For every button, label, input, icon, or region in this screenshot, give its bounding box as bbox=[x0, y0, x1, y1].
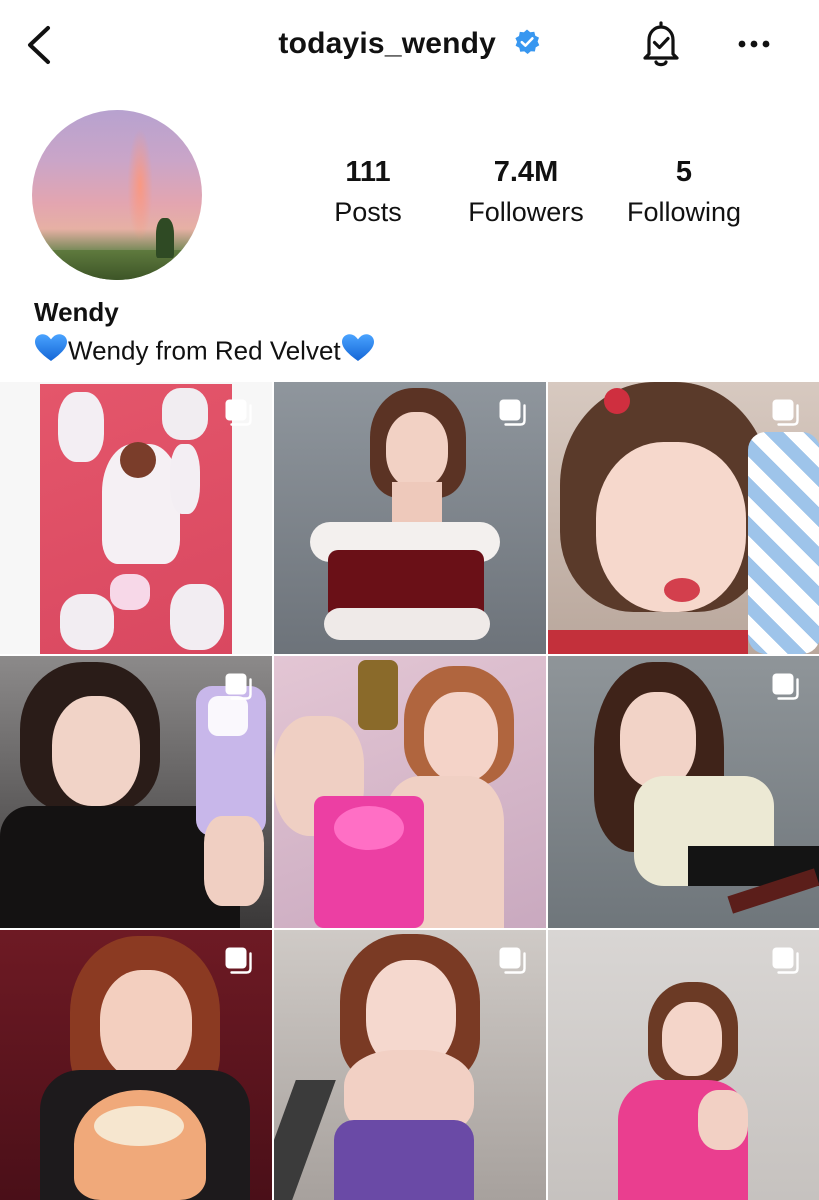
following-count: 5 bbox=[675, 156, 693, 188]
posts-count: 111 bbox=[345, 156, 391, 188]
more-options-button[interactable] bbox=[732, 30, 776, 58]
profile-avatar[interactable] bbox=[32, 110, 202, 280]
verified-badge-icon bbox=[513, 28, 541, 56]
post-thumbnail[interactable] bbox=[0, 382, 272, 654]
username-label: todayis_wendy bbox=[278, 27, 497, 61]
post-thumbnail[interactable] bbox=[274, 382, 546, 654]
post-thumbnail[interactable] bbox=[274, 656, 546, 928]
followers-label: Followers bbox=[468, 197, 584, 227]
post-thumbnail[interactable] bbox=[548, 656, 819, 928]
avatar-ground bbox=[32, 250, 202, 280]
following-label: Following bbox=[626, 197, 742, 227]
multiple-photos-icon bbox=[225, 673, 252, 700]
blue-heart-icon bbox=[341, 333, 375, 363]
profile-bio: Wendy from Red Velvet bbox=[34, 334, 375, 367]
multiple-photos-icon bbox=[772, 399, 799, 426]
blue-heart-icon bbox=[34, 333, 68, 363]
post-thumbnail[interactable] bbox=[274, 930, 546, 1200]
avatar-tree bbox=[156, 218, 174, 258]
top-bar: todayis_wendy bbox=[0, 0, 819, 90]
multiple-photos-icon bbox=[499, 399, 526, 426]
posts-stat[interactable]: 111 Posts bbox=[288, 156, 448, 228]
bio-text: Wendy from Red Velvet bbox=[68, 335, 341, 366]
multiple-photos-icon bbox=[225, 947, 252, 974]
following-stat[interactable]: 5 Following bbox=[604, 156, 764, 228]
post-thumbnail[interactable] bbox=[548, 930, 819, 1200]
multiple-photos-icon bbox=[225, 399, 252, 426]
profile-title: todayis_wendy bbox=[0, 26, 819, 61]
followers-stat[interactable]: 7.4M Followers bbox=[446, 156, 606, 228]
followers-count: 7.4M bbox=[493, 156, 559, 188]
post-thumbnail[interactable] bbox=[548, 382, 819, 654]
post-image bbox=[40, 384, 232, 654]
multiple-photos-icon bbox=[772, 673, 799, 700]
posts-label: Posts bbox=[334, 197, 402, 227]
multiple-photos-icon bbox=[772, 947, 799, 974]
more-horizontal-icon bbox=[738, 40, 770, 48]
posts-grid bbox=[0, 382, 819, 1200]
notifications-button[interactable] bbox=[637, 20, 685, 70]
bell-check-icon bbox=[643, 21, 679, 67]
post-thumbnail[interactable] bbox=[0, 656, 272, 928]
multiple-photos-icon bbox=[499, 947, 526, 974]
post-image bbox=[274, 656, 546, 928]
post-thumbnail[interactable] bbox=[0, 930, 272, 1200]
profile-name: Wendy bbox=[34, 297, 119, 327]
